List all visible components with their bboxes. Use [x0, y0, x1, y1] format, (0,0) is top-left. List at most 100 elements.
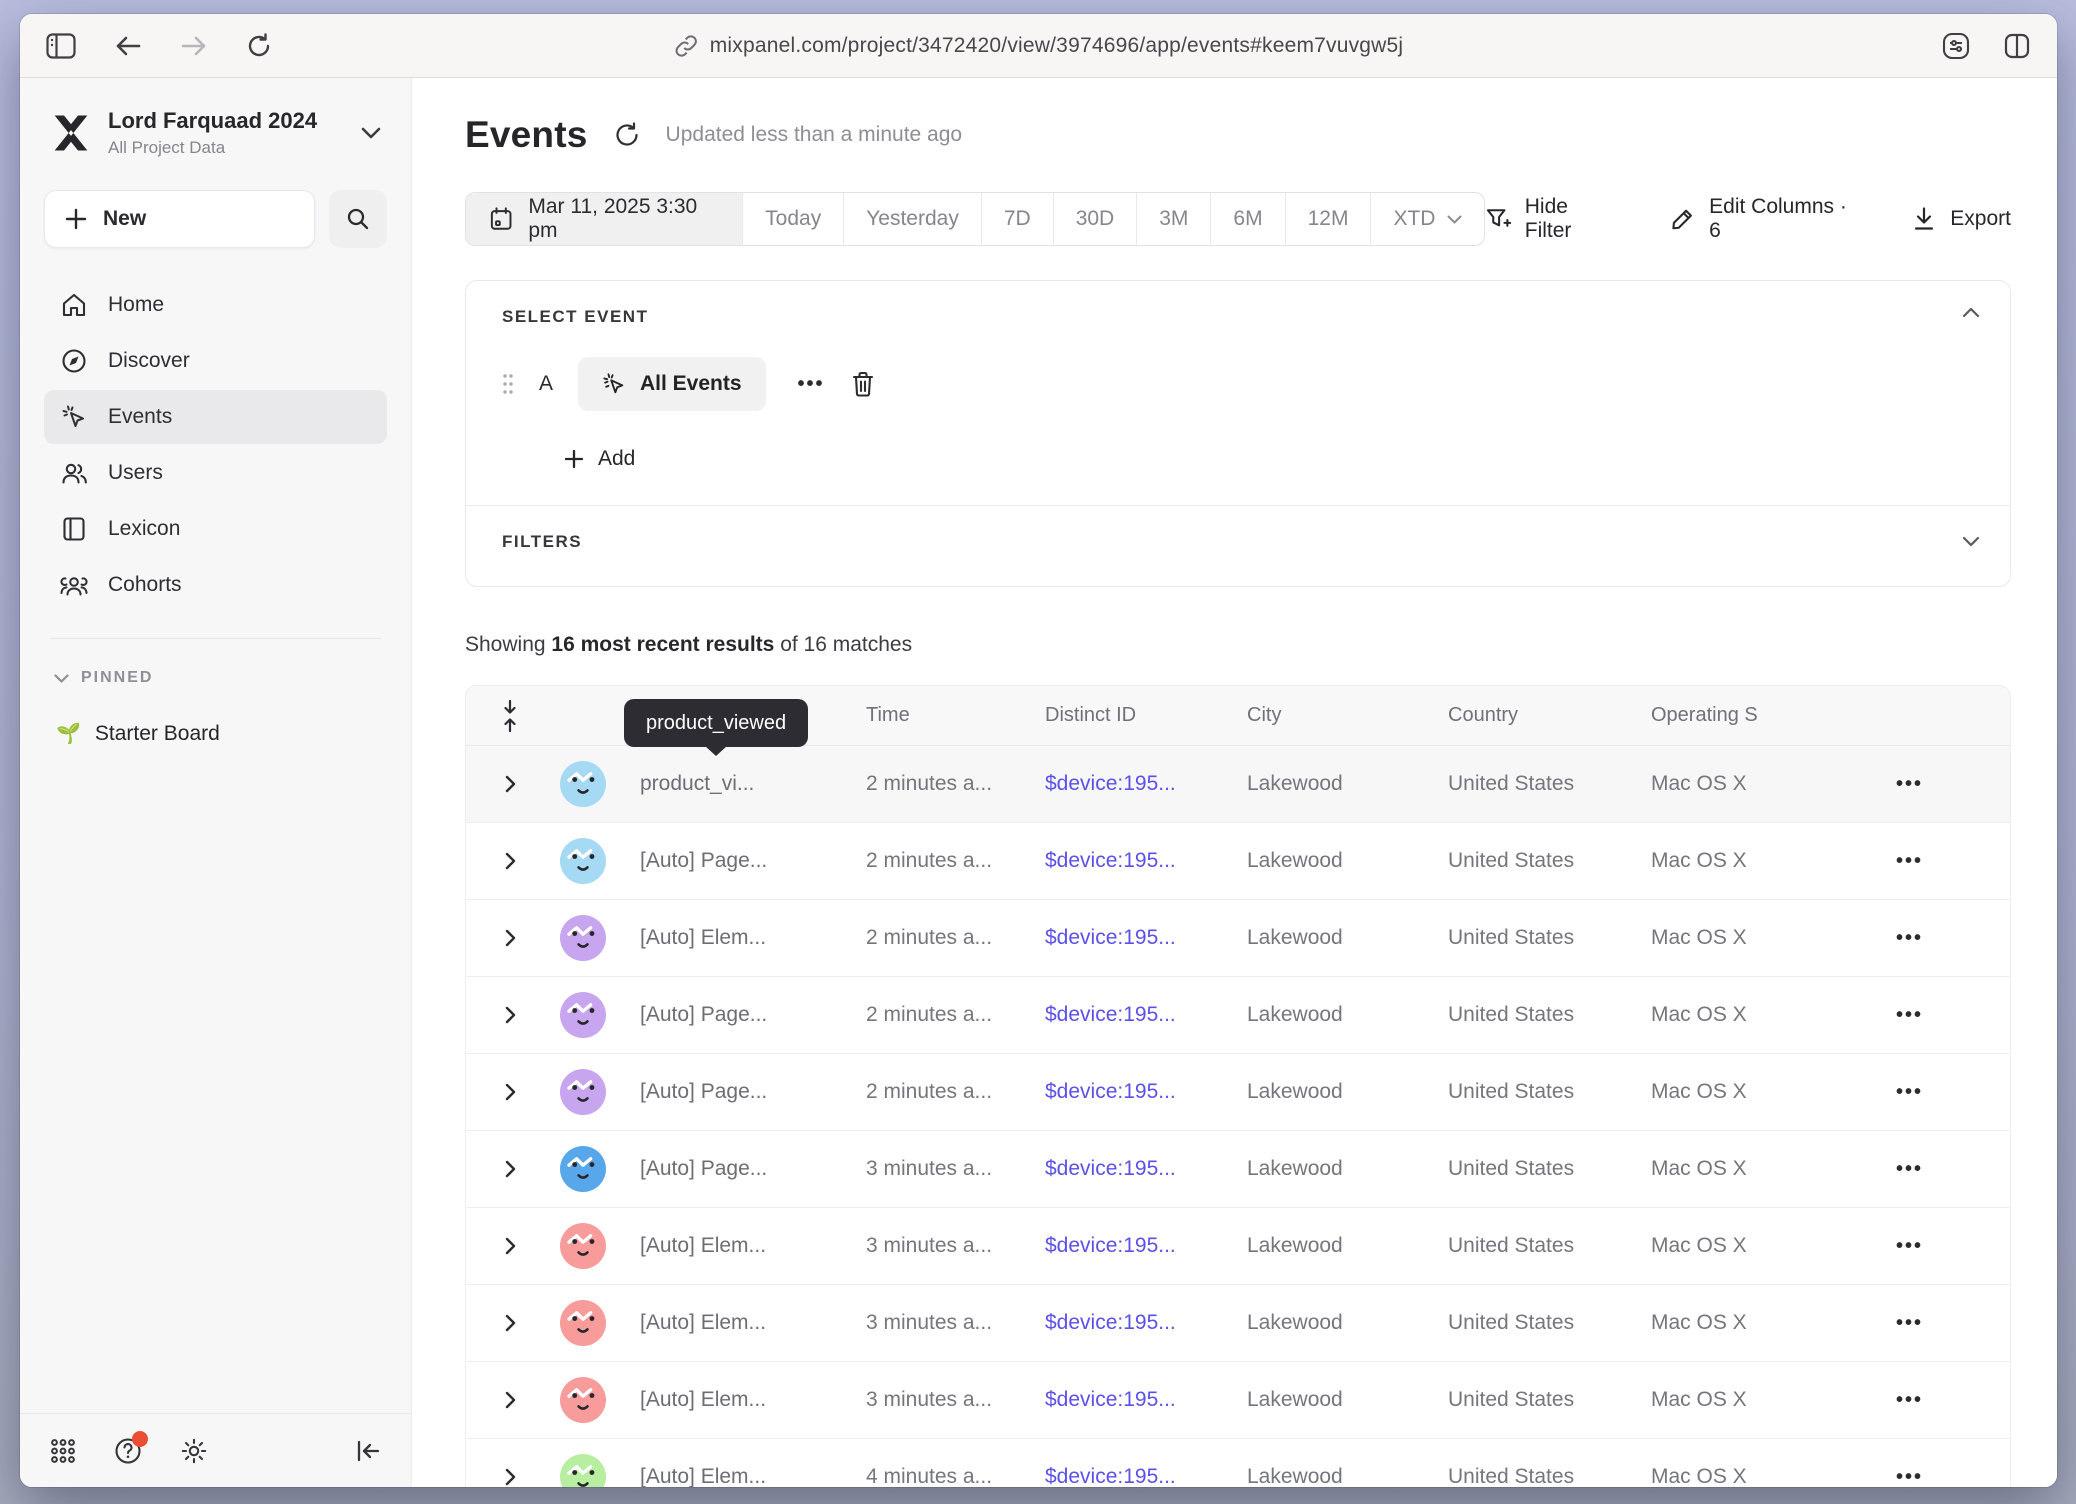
table-row: [Auto] Page... 3 minutes a... $device:19… — [466, 1131, 2010, 1208]
event-name: [Auto] Elem... — [640, 1388, 866, 1412]
row-more-button[interactable]: ••• — [1896, 1466, 1923, 1488]
row-more-button[interactable]: ••• — [1896, 773, 1923, 796]
sidebar-item-label: Home — [108, 293, 164, 317]
new-button[interactable]: New — [44, 190, 315, 248]
collapse-sidebar-icon[interactable] — [355, 1439, 381, 1463]
column-header-country[interactable]: Country — [1448, 704, 1651, 727]
range-30d[interactable]: 30D — [1053, 193, 1137, 245]
event-city: Lakewood — [1247, 772, 1448, 796]
event-country: United States — [1448, 1465, 1651, 1487]
add-event-button[interactable]: Add — [564, 447, 1980, 471]
expand-row-icon[interactable] — [505, 852, 516, 870]
collapse-all-icon[interactable] — [466, 699, 554, 733]
project-switcher[interactable]: Lord Farquaad 2024 All Project Data — [44, 104, 387, 158]
range-3m[interactable]: 3M — [1136, 193, 1210, 245]
clause-more-button[interactable]: ••• — [798, 373, 825, 396]
distinct-id-link[interactable]: $device:195... — [1045, 772, 1176, 795]
range-yesterday[interactable]: Yesterday — [843, 193, 981, 245]
range-6m[interactable]: 6M — [1210, 193, 1284, 245]
row-more-button[interactable]: ••• — [1896, 1158, 1923, 1181]
distinct-id-link[interactable]: $device:195... — [1045, 849, 1176, 872]
row-more-button[interactable]: ••• — [1896, 1004, 1923, 1027]
filters-label: FILTERS — [502, 532, 1980, 552]
expand-row-icon[interactable] — [505, 1237, 516, 1255]
export-button[interactable]: Export — [1912, 206, 2011, 232]
refresh-icon[interactable] — [614, 121, 640, 149]
event-selector[interactable]: All Events — [578, 357, 766, 411]
sidebar-item-users[interactable]: Users — [44, 446, 387, 500]
distinct-id-link[interactable]: $device:195... — [1045, 1003, 1176, 1026]
link-icon — [674, 34, 698, 58]
split-view-icon[interactable] — [2003, 32, 2031, 60]
date-picker[interactable]: Mar 11, 2025 3:30 pm — [466, 193, 742, 245]
expand-row-icon[interactable] — [505, 775, 516, 793]
sidebar-bottom-bar — [20, 1413, 411, 1487]
range-xtd[interactable]: XTD — [1370, 193, 1484, 245]
settings-gear-icon[interactable] — [180, 1437, 208, 1465]
expand-row-icon[interactable] — [505, 1391, 516, 1409]
expand-row-icon[interactable] — [505, 1160, 516, 1178]
reload-icon[interactable] — [246, 32, 272, 60]
expand-row-icon[interactable] — [505, 929, 516, 947]
event-avatar — [560, 1300, 606, 1346]
column-header-os[interactable]: Operating S — [1651, 704, 1821, 727]
drag-handle-icon[interactable] — [502, 373, 514, 395]
apps-grid-icon[interactable] — [50, 1438, 76, 1464]
range-7d[interactable]: 7D — [981, 193, 1053, 245]
notification-dot — [132, 1431, 148, 1447]
row-more-button[interactable]: ••• — [1896, 1312, 1923, 1335]
expand-row-icon[interactable] — [505, 1468, 516, 1486]
sidebar-item-cohorts[interactable]: Cohorts — [44, 558, 387, 612]
expand-row-icon[interactable] — [505, 1083, 516, 1101]
row-more-button[interactable]: ••• — [1896, 1389, 1923, 1412]
search-button[interactable] — [329, 190, 387, 248]
range-12m[interactable]: 12M — [1285, 193, 1371, 245]
trash-icon[interactable] — [851, 371, 875, 397]
distinct-id-link[interactable]: $device:195... — [1045, 1234, 1176, 1257]
back-icon[interactable] — [114, 34, 142, 58]
expand-row-icon[interactable] — [505, 1314, 516, 1332]
event-avatar — [560, 992, 606, 1038]
sidebar-item-events[interactable]: Events — [44, 390, 387, 444]
event-city: Lakewood — [1247, 1465, 1448, 1487]
pinned-section-header[interactable]: PINNED — [54, 669, 387, 687]
search-icon — [346, 207, 370, 231]
distinct-id-link[interactable]: $device:195... — [1045, 926, 1176, 949]
table-row: [Auto] Page... 2 minutes a... $device:19… — [466, 1054, 2010, 1131]
distinct-id-link[interactable]: $device:195... — [1045, 1311, 1176, 1334]
column-header-time[interactable]: Time — [866, 704, 1045, 727]
distinct-id-link[interactable]: $device:195... — [1045, 1465, 1176, 1487]
column-header-city[interactable]: City — [1247, 704, 1448, 727]
edit-columns-button[interactable]: Edit Columns · 6 — [1670, 195, 1860, 243]
event-avatar — [560, 1454, 606, 1487]
event-name: [Auto] Page... — [640, 1003, 866, 1027]
row-more-button[interactable]: ••• — [1896, 850, 1923, 873]
row-more-button[interactable]: ••• — [1896, 1235, 1923, 1258]
page-settings-icon[interactable] — [1941, 31, 1971, 61]
row-more-button[interactable]: ••• — [1896, 1081, 1923, 1104]
event-city: Lakewood — [1247, 1157, 1448, 1181]
row-more-button[interactable]: ••• — [1896, 927, 1923, 950]
distinct-id-link[interactable]: $device:195... — [1045, 1157, 1176, 1180]
address-bar[interactable]: mixpanel.com/project/3472420/view/397469… — [674, 34, 1404, 58]
new-button-label: New — [103, 207, 146, 231]
pinned-item-starter-board[interactable]: 🌱 Starter Board — [56, 721, 387, 746]
sidebar-item-home[interactable]: Home — [44, 278, 387, 332]
distinct-id-link[interactable]: $device:195... — [1045, 1080, 1176, 1103]
sidebar-item-lexicon[interactable]: Lexicon — [44, 502, 387, 556]
hide-filter-button[interactable]: Hide Filter — [1485, 195, 1617, 243]
help-icon[interactable] — [114, 1437, 142, 1465]
sidebar-item-discover[interactable]: Discover — [44, 334, 387, 388]
event-city: Lakewood — [1247, 1388, 1448, 1412]
event-name: [Auto] Elem... — [640, 1311, 866, 1335]
range-today[interactable]: Today — [742, 193, 843, 245]
expand-row-icon[interactable] — [505, 1006, 516, 1024]
sidebar: Lord Farquaad 2024 All Project Data New — [20, 78, 412, 1487]
project-name: Lord Farquaad 2024 — [108, 108, 345, 134]
browser-sidebar-toggle-icon[interactable] — [46, 33, 76, 59]
column-header-distinct-id[interactable]: Distinct ID — [1045, 704, 1247, 727]
event-os: Mac OS X — [1651, 926, 1821, 950]
chevron-down-icon[interactable] — [1962, 536, 1980, 547]
distinct-id-link[interactable]: $device:195... — [1045, 1388, 1176, 1411]
chevron-up-icon[interactable] — [1962, 307, 1980, 318]
